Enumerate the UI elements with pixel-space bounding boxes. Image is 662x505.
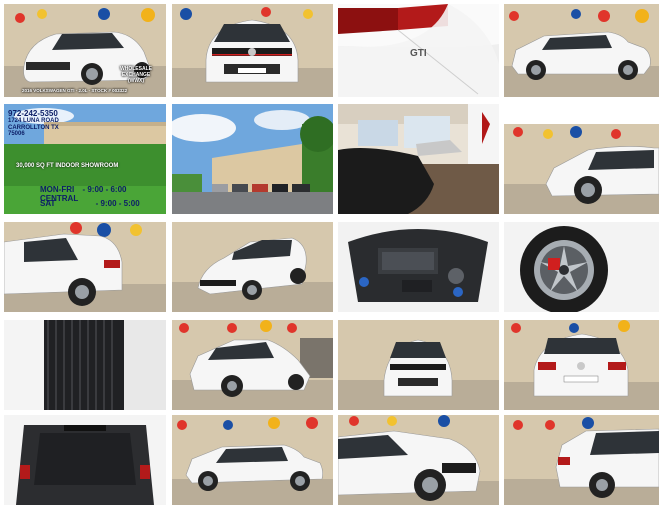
thumbnail-9-rear-three-quarter[interactable] bbox=[4, 222, 166, 312]
thumbnail-7-showroom-interior[interactable] bbox=[338, 104, 499, 214]
dealer-phone[interactable]: 972-242-5350 bbox=[8, 109, 59, 118]
dealer-contact: 972-242-5350 1724 LUNA ROAD CARROLLTON T… bbox=[8, 109, 59, 137]
thumbnail-13-tire-tread[interactable] bbox=[4, 320, 166, 410]
thumbnail-10-front-three-quarter[interactable] bbox=[172, 222, 333, 312]
thumbnail-19-front-closeup[interactable] bbox=[338, 415, 499, 505]
hours-saturday: SAT - 9:00 - 5:00 bbox=[40, 199, 140, 208]
dealer-address: 1724 LUNA ROAD bbox=[8, 118, 59, 125]
thumbnail-14-front-three-quarter[interactable] bbox=[172, 320, 333, 410]
hours-weekday-label: MON-FRI bbox=[40, 185, 75, 194]
thumbnail-4-side-profile[interactable] bbox=[504, 4, 659, 97]
thumbnail-11-engine-bay[interactable] bbox=[338, 222, 499, 312]
showroom-text: 30,000 SQ FT INDOOR SHOWROOM bbox=[16, 163, 119, 169]
thumbnail-8-side-three-quarter[interactable] bbox=[504, 124, 659, 214]
dealer-name-line3: (WWX) bbox=[127, 78, 145, 84]
hours-saturday-label: SAT bbox=[40, 199, 56, 208]
thumbnail-12-wheel[interactable] bbox=[504, 222, 659, 312]
vehicle-caption: 2016 VOLKSWAGEN GTI - 2.0L - STOCK # 003… bbox=[22, 88, 128, 93]
thumbnail-2-front[interactable] bbox=[172, 4, 333, 97]
thumbnail-20-rear-three-quarter[interactable] bbox=[504, 415, 659, 505]
thumbnail-1-front-three-quarter[interactable]: WHOLESALE EXCHANGE (WWX) 2016 VOLKSWAGEN… bbox=[4, 4, 166, 97]
thumbnail-15-front[interactable] bbox=[338, 320, 499, 410]
thumbnail-16-rear[interactable] bbox=[504, 320, 659, 410]
dealer-name: WHOLESALE EXCHANGE (WWX) bbox=[108, 66, 164, 84]
thumbnail-18-side-profile[interactable] bbox=[172, 415, 333, 505]
thumbnail-5-dealership-info[interactable]: 972-242-5350 1724 LUNA ROAD CARROLLTON T… bbox=[4, 104, 166, 214]
gti-badge: GTI bbox=[410, 48, 427, 59]
thumbnail-3-rear-badge[interactable]: GTI bbox=[338, 4, 499, 97]
photo-gallery: WHOLESALE EXCHANGE (WWX) 2016 VOLKSWAGEN… bbox=[0, 0, 662, 505]
dealer-zip: 75006 bbox=[8, 130, 25, 137]
thumbnail-6-dealership-exterior[interactable] bbox=[172, 104, 333, 214]
hours-saturday-value: - 9:00 - 5:00 bbox=[95, 199, 140, 208]
thumbnail-17-cargo-area[interactable] bbox=[4, 415, 166, 505]
